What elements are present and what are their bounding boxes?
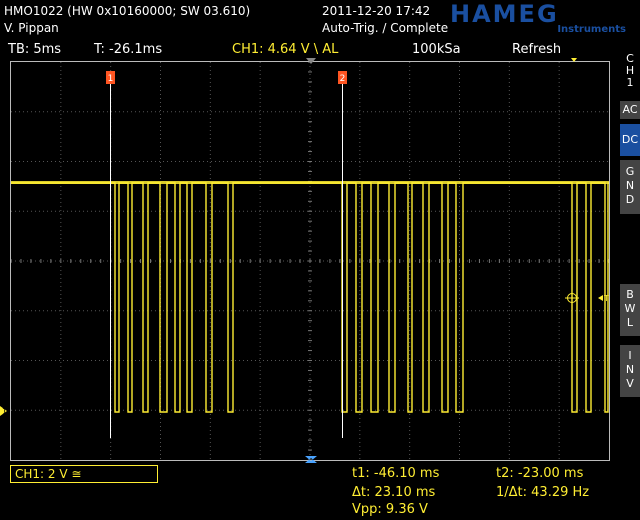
ch1-trace-path: [11, 182, 609, 413]
bwl-label-svg: B W L: [625, 288, 636, 329]
hameg-logo: HAMEG Instruments: [450, 2, 630, 38]
bwl-button[interactable]: B W L: [620, 284, 640, 336]
inv-letter-i: I: [628, 349, 631, 362]
gnd-coupling-button[interactable]: G N D: [620, 160, 640, 214]
dc-coupling-button[interactable]: DC: [620, 124, 640, 156]
ch1-scale-box[interactable]: CH1: 2 V ≅: [10, 465, 158, 483]
gnd-letter-g: G: [626, 165, 635, 178]
gnd-label-svg: G N D: [626, 165, 635, 206]
delta-t-readout: Δt: 23.10 ms: [352, 485, 436, 500]
bwl-letter-l: L: [627, 316, 634, 329]
inv-label-svg: I N V: [626, 349, 634, 390]
inv-button[interactable]: I N V: [620, 345, 640, 397]
channel-letter-1: 1: [627, 76, 634, 89]
trigger-status: Auto-Trig. / Complete: [322, 21, 449, 35]
datetime: 2011-12-20 17:42: [322, 4, 431, 18]
sample-rate-readout: 100kSa: [412, 42, 461, 57]
trigger-time-readout[interactable]: T: -26.1ms: [94, 42, 162, 57]
inverse-delta-t-readout: 1/Δt: 43.29 Hz: [496, 485, 590, 500]
inv-letter-v: V: [626, 377, 634, 390]
timebase-readout[interactable]: TB: 5ms: [8, 42, 61, 57]
device-info: HMO1022 (HW 0x10160000; SW 03.610): [4, 4, 251, 18]
bwl-letter-w: W: [625, 302, 636, 315]
ch1-ground-marker[interactable]: [0, 406, 7, 416]
vpp-readout: Vpp: 9.36 V: [352, 502, 428, 517]
gnd-letter-n: N: [626, 179, 634, 192]
graticule: [11, 62, 609, 460]
logo-subtitle: Instruments: [557, 24, 626, 35]
inv-letter-n: N: [626, 363, 634, 376]
channel-side-label: C H 1: [620, 50, 640, 97]
acquisition-mode[interactable]: Refresh: [512, 42, 561, 57]
channel-label-svg: C H 1: [626, 52, 634, 89]
cursor-t1-readout: t1: -46.10 ms: [352, 466, 440, 481]
gnd-letter-d: D: [626, 193, 634, 206]
ac-coupling-button[interactable]: AC: [620, 101, 640, 119]
ch1-ground-marker-label: 1: [2, 407, 7, 416]
ch1-trigger-readout[interactable]: CH1: 4.64 V \ AL: [232, 42, 338, 57]
scope-grid: [11, 62, 609, 460]
cursor-t2-readout: t2: -23.00 ms: [496, 466, 584, 481]
ch1-trace-high-band: [11, 181, 609, 184]
logo-text: HAMEG: [450, 0, 559, 28]
waveform-display[interactable]: [10, 61, 610, 461]
bwl-letter-b: B: [626, 288, 634, 301]
user-name: V. Pippan: [4, 21, 59, 35]
ch1-trace: [11, 181, 609, 413]
